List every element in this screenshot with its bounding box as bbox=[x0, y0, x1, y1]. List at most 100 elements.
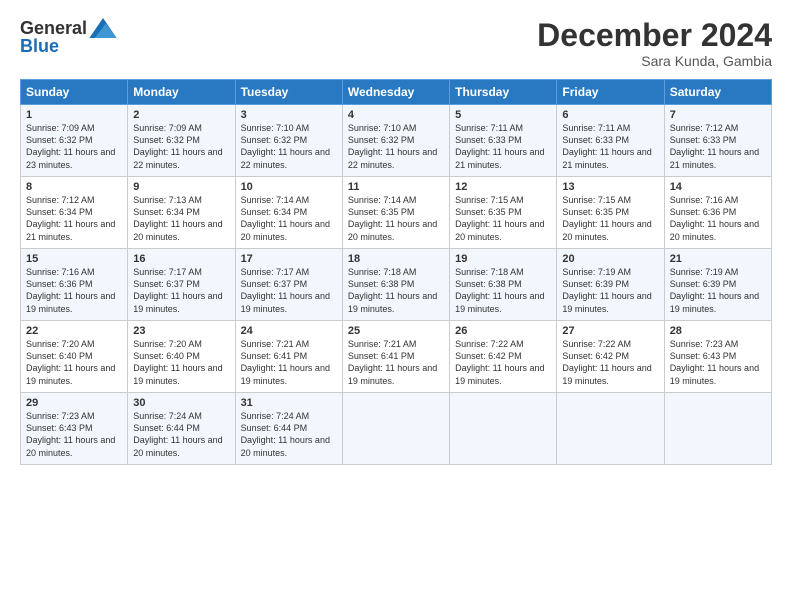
cell-info: Sunrise: 7:17 AMSunset: 6:37 PMDaylight:… bbox=[241, 267, 330, 313]
day-number: 25 bbox=[348, 325, 444, 337]
calendar-cell-day-2: 2 Sunrise: 7:09 AMSunset: 6:32 PMDaylight… bbox=[128, 105, 235, 177]
day-number: 4 bbox=[348, 109, 444, 121]
day-number: 12 bbox=[455, 181, 551, 193]
calendar-cell-day-27: 27 Sunrise: 7:22 AMSunset: 6:42 PMDayligh… bbox=[557, 321, 664, 393]
calendar-cell-empty bbox=[557, 393, 664, 465]
cell-info: Sunrise: 7:21 AMSunset: 6:41 PMDaylight:… bbox=[348, 339, 437, 385]
day-number: 13 bbox=[562, 181, 658, 193]
cell-info: Sunrise: 7:18 AMSunset: 6:38 PMDaylight:… bbox=[455, 267, 544, 313]
calendar-cell-day-24: 24Sunrise: 7:21 AMSunset: 6:41 PMDayligh… bbox=[235, 321, 342, 393]
day-number: 3 bbox=[241, 109, 337, 121]
day-number: 11 bbox=[348, 181, 444, 193]
day-number: 5 bbox=[455, 109, 551, 121]
header-saturday: Saturday bbox=[664, 80, 771, 105]
day-number: 24 bbox=[241, 325, 337, 337]
cell-info: Sunrise: 7:22 AMSunset: 6:42 PMDaylight:… bbox=[562, 339, 651, 385]
day-number: 7 bbox=[670, 109, 766, 121]
calendar-cell-day-30: 30Sunrise: 7:24 AMSunset: 6:44 PMDayligh… bbox=[128, 393, 235, 465]
calendar-week-1: 1 Sunrise: 7:09 AMSunset: 6:32 PMDaylight… bbox=[21, 105, 772, 177]
calendar-cell-day-11: 11 Sunrise: 7:14 AMSunset: 6:35 PMDayligh… bbox=[342, 177, 449, 249]
day-number: 29 bbox=[26, 397, 122, 409]
calendar-table: Sunday Monday Tuesday Wednesday Thursday… bbox=[20, 79, 772, 465]
cell-info: Sunrise: 7:14 AMSunset: 6:34 PMDaylight:… bbox=[241, 195, 330, 241]
day-number: 20 bbox=[562, 253, 658, 265]
logo-icon bbox=[89, 18, 117, 38]
calendar-week-3: 15 Sunrise: 7:16 AMSunset: 6:36 PMDayligh… bbox=[21, 249, 772, 321]
cell-info: Sunrise: 7:19 AMSunset: 6:39 PMDaylight:… bbox=[562, 267, 651, 313]
calendar-cell-day-1: 1 Sunrise: 7:09 AMSunset: 6:32 PMDaylight… bbox=[21, 105, 128, 177]
header-wednesday: Wednesday bbox=[342, 80, 449, 105]
calendar-cell-day-20: 20 Sunrise: 7:19 AMSunset: 6:39 PMDayligh… bbox=[557, 249, 664, 321]
calendar-cell-day-3: 3Sunrise: 7:10 AMSunset: 6:32 PMDaylight… bbox=[235, 105, 342, 177]
month-title: December 2024 bbox=[537, 18, 772, 53]
cell-info: Sunrise: 7:24 AMSunset: 6:44 PMDaylight:… bbox=[241, 411, 330, 457]
header-friday: Friday bbox=[557, 80, 664, 105]
calendar-cell-empty bbox=[450, 393, 557, 465]
day-number: 2 bbox=[133, 109, 229, 121]
cell-info: Sunrise: 7:10 AMSunset: 6:32 PMDaylight:… bbox=[348, 123, 437, 169]
calendar-cell-day-19: 19 Sunrise: 7:18 AMSunset: 6:38 PMDayligh… bbox=[450, 249, 557, 321]
calendar-cell-day-12: 12 Sunrise: 7:15 AMSunset: 6:35 PMDayligh… bbox=[450, 177, 557, 249]
calendar-cell-day-8: 8 Sunrise: 7:12 AMSunset: 6:34 PMDaylight… bbox=[21, 177, 128, 249]
cell-info: Sunrise: 7:23 AMSunset: 6:43 PMDaylight:… bbox=[670, 339, 759, 385]
day-number: 9 bbox=[133, 181, 229, 193]
calendar-week-2: 8 Sunrise: 7:12 AMSunset: 6:34 PMDaylight… bbox=[21, 177, 772, 249]
calendar-cell-day-25: 25 Sunrise: 7:21 AMSunset: 6:41 PMDayligh… bbox=[342, 321, 449, 393]
calendar-cell-day-18: 18 Sunrise: 7:18 AMSunset: 6:38 PMDayligh… bbox=[342, 249, 449, 321]
calendar-cell-day-26: 26Sunrise: 7:22 AMSunset: 6:42 PMDayligh… bbox=[450, 321, 557, 393]
cell-info: Sunrise: 7:13 AMSunset: 6:34 PMDaylight:… bbox=[133, 195, 222, 241]
calendar-cell-empty bbox=[664, 393, 771, 465]
cell-info: Sunrise: 7:17 AMSunset: 6:37 PMDaylight:… bbox=[133, 267, 222, 313]
calendar-cell-day-5: 5 Sunrise: 7:11 AMSunset: 6:33 PMDaylight… bbox=[450, 105, 557, 177]
cell-info: Sunrise: 7:15 AMSunset: 6:35 PMDaylight:… bbox=[562, 195, 651, 241]
cell-info: Sunrise: 7:11 AMSunset: 6:33 PMDaylight:… bbox=[455, 123, 544, 169]
calendar-cell-day-13: 13 Sunrise: 7:15 AMSunset: 6:35 PMDayligh… bbox=[557, 177, 664, 249]
day-number: 18 bbox=[348, 253, 444, 265]
day-number: 16 bbox=[133, 253, 229, 265]
calendar-cell-day-31: 31 Sunrise: 7:24 AMSunset: 6:44 PMDayligh… bbox=[235, 393, 342, 465]
calendar-cell-day-6: 6Sunrise: 7:11 AMSunset: 6:33 PMDaylight… bbox=[557, 105, 664, 177]
day-number: 26 bbox=[455, 325, 551, 337]
calendar-cell-day-16: 16 Sunrise: 7:17 AMSunset: 6:37 PMDayligh… bbox=[128, 249, 235, 321]
cell-info: Sunrise: 7:09 AMSunset: 6:32 PMDaylight:… bbox=[133, 123, 222, 169]
cell-info: Sunrise: 7:12 AMSunset: 6:34 PMDaylight:… bbox=[26, 195, 115, 241]
weekday-header-row: Sunday Monday Tuesday Wednesday Thursday… bbox=[21, 80, 772, 105]
cell-info: Sunrise: 7:19 AMSunset: 6:39 PMDaylight:… bbox=[670, 267, 759, 313]
header: General Blue December 2024 Sara Kunda, G… bbox=[20, 18, 772, 69]
day-number: 23 bbox=[133, 325, 229, 337]
day-number: 27 bbox=[562, 325, 658, 337]
cell-info: Sunrise: 7:18 AMSunset: 6:38 PMDaylight:… bbox=[348, 267, 437, 313]
day-number: 28 bbox=[670, 325, 766, 337]
calendar-cell-day-22: 22Sunrise: 7:20 AMSunset: 6:40 PMDayligh… bbox=[21, 321, 128, 393]
calendar-cell-day-29: 29 Sunrise: 7:23 AMSunset: 6:43 PMDayligh… bbox=[21, 393, 128, 465]
cell-info: Sunrise: 7:11 AMSunset: 6:33 PMDaylight:… bbox=[562, 123, 651, 169]
logo: General Blue bbox=[20, 18, 117, 57]
day-number: 1 bbox=[26, 109, 122, 121]
cell-info: Sunrise: 7:09 AMSunset: 6:32 PMDaylight:… bbox=[26, 123, 115, 169]
cell-info: Sunrise: 7:20 AMSunset: 6:40 PMDaylight:… bbox=[26, 339, 115, 385]
day-number: 31 bbox=[241, 397, 337, 409]
page: General Blue December 2024 Sara Kunda, G… bbox=[0, 0, 792, 612]
calendar-cell-day-10: 10 Sunrise: 7:14 AMSunset: 6:34 PMDayligh… bbox=[235, 177, 342, 249]
day-number: 15 bbox=[26, 253, 122, 265]
day-number: 10 bbox=[241, 181, 337, 193]
calendar-cell-day-14: 14Sunrise: 7:16 AMSunset: 6:36 PMDayligh… bbox=[664, 177, 771, 249]
cell-info: Sunrise: 7:20 AMSunset: 6:40 PMDaylight:… bbox=[133, 339, 222, 385]
calendar-week-5: 29 Sunrise: 7:23 AMSunset: 6:43 PMDayligh… bbox=[21, 393, 772, 465]
calendar-cell-day-7: 7 Sunrise: 7:12 AMSunset: 6:33 PMDaylight… bbox=[664, 105, 771, 177]
cell-info: Sunrise: 7:16 AMSunset: 6:36 PMDaylight:… bbox=[26, 267, 115, 313]
header-sunday: Sunday bbox=[21, 80, 128, 105]
calendar-cell-empty bbox=[342, 393, 449, 465]
cell-info: Sunrise: 7:16 AMSunset: 6:36 PMDaylight:… bbox=[670, 195, 759, 241]
calendar-week-4: 22Sunrise: 7:20 AMSunset: 6:40 PMDayligh… bbox=[21, 321, 772, 393]
header-tuesday: Tuesday bbox=[235, 80, 342, 105]
calendar-cell-day-21: 21Sunrise: 7:19 AMSunset: 6:39 PMDayligh… bbox=[664, 249, 771, 321]
calendar-cell-day-23: 23 Sunrise: 7:20 AMSunset: 6:40 PMDayligh… bbox=[128, 321, 235, 393]
cell-info: Sunrise: 7:12 AMSunset: 6:33 PMDaylight:… bbox=[670, 123, 759, 169]
cell-info: Sunrise: 7:15 AMSunset: 6:35 PMDaylight:… bbox=[455, 195, 544, 241]
cell-info: Sunrise: 7:14 AMSunset: 6:35 PMDaylight:… bbox=[348, 195, 437, 241]
day-number: 19 bbox=[455, 253, 551, 265]
cell-info: Sunrise: 7:23 AMSunset: 6:43 PMDaylight:… bbox=[26, 411, 115, 457]
day-number: 8 bbox=[26, 181, 122, 193]
header-thursday: Thursday bbox=[450, 80, 557, 105]
